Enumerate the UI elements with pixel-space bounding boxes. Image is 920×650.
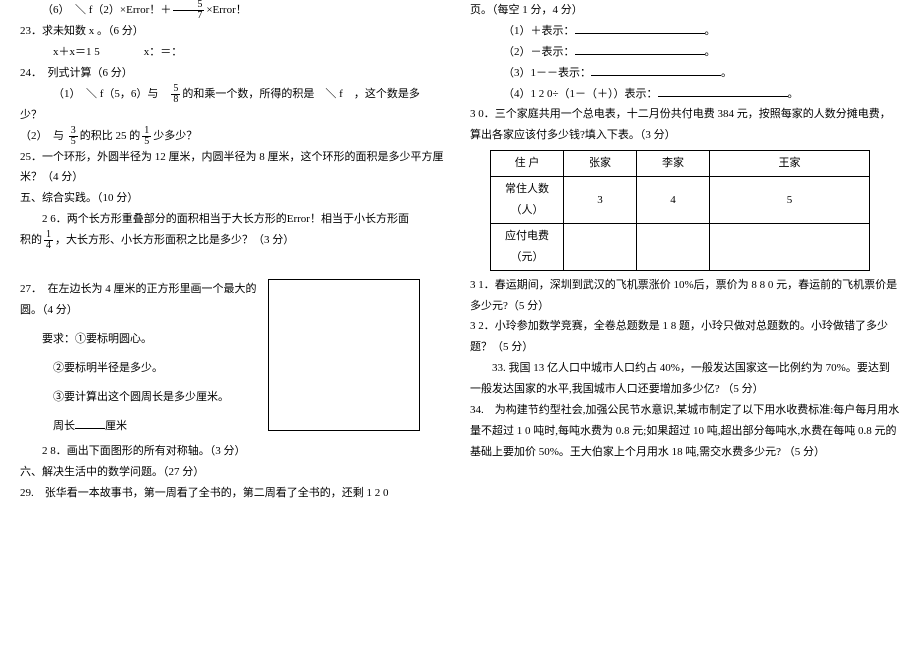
- q23-eq: x＋x＝1 5 x：＝：: [20, 42, 450, 63]
- q24-2-b: 的积比 25 的: [80, 130, 141, 142]
- q22-6-text-a: （6） ＼ f（2）×Error！＋: [42, 4, 171, 16]
- q24-2-a: （2） 与: [20, 130, 64, 142]
- blank-perimeter[interactable]: [75, 416, 105, 429]
- frac-1-5: 15: [142, 126, 151, 147]
- th-zhang: 张家: [564, 151, 637, 177]
- row-pop-li: 4: [637, 177, 710, 224]
- q22-6-text-b: ×Error！: [206, 4, 246, 16]
- frac-5-8: 58: [171, 84, 180, 105]
- row-fee-label: 应付电费 （元）: [491, 223, 564, 270]
- q27-block: 27． 在左边长为 4 厘米的正方形里画一个最大的圆。（4 分） 要求：①要标明…: [20, 279, 450, 441]
- q23: 23．求未知数 x 。（6 分）: [20, 21, 450, 42]
- row-pop-wang: 5: [710, 177, 870, 224]
- q24-1-end: 少？: [20, 105, 450, 126]
- row-fee-zhang[interactable]: [564, 223, 637, 270]
- blank-29-2[interactable]: [575, 42, 705, 55]
- q29-sub2: （2）－表示：。: [470, 42, 900, 63]
- q29-sub1-label: （1）＋表示：: [503, 25, 575, 37]
- row-pop-zhang: 3: [564, 177, 637, 224]
- q29-sub4-label: （4）1 2 0÷（1－（＋））表示：: [503, 88, 658, 100]
- q29-sub3: （3）1－－表示：。: [470, 63, 900, 84]
- q33: 33. 我国 13 亿人口中城市人口约占 40%，一般发达国家这一比例约为 70…: [470, 358, 900, 400]
- q26-a: 2 6．两个长方形重叠部分的面积相当于大长方形的Error！相当于小长方形面: [20, 209, 450, 230]
- electricity-table: 住 户 张家 李家 王家 常住人数 （人） 3 4 5 应付电费 （元）: [490, 150, 870, 270]
- q29-sub3-label: （3）1－－表示：: [503, 67, 591, 79]
- q24-1: （1） ＼ f（5，6）与 58的和乘一个数，所得的积是 ＼ f ，这个数是多: [20, 84, 450, 105]
- q34: 34. 为构建节约型社会,加强公民节水意识,某城市制定了以下用水收费标准:每户每…: [470, 400, 900, 463]
- q29-sub4: （4）1 2 0÷（1－（＋））表示：。: [470, 84, 900, 105]
- q24: 24． 列式计算（6 分）: [20, 63, 450, 84]
- q25: 25．一个环形，外圆半径为 12 厘米，内圆半径为 8 厘米，这个环形的面积是多…: [20, 147, 450, 189]
- th-wang: 王家: [710, 151, 870, 177]
- frac-3-5: 35: [69, 126, 78, 147]
- blank-29-4[interactable]: [658, 84, 788, 97]
- q28: 2 8．画出下面图形的所有对称轴。（3 分）: [20, 441, 450, 462]
- section-6: 六、解决生活中的数学问题。（27 分）: [20, 462, 450, 483]
- frac-5-7: 57: [173, 0, 204, 21]
- q24-1-a: （1） ＼ f（5，6）与: [53, 88, 169, 100]
- q26-b: 积的14，大长方形、小长方形面积之比是多少？（3 分）: [20, 230, 450, 251]
- row-fee-li[interactable]: [637, 223, 710, 270]
- q26-b-post: ，大长方形、小长方形面积之比是多少？（3 分）: [55, 234, 294, 246]
- q31: 3 1．春运期间，深圳到武汉的飞机票涨价 10%后，票价为 8 8 0 元，春运…: [470, 275, 900, 317]
- q27-req4-pre: 周长: [53, 420, 75, 432]
- q27-req4-post: 厘米: [105, 420, 127, 432]
- blank-29-3[interactable]: [591, 63, 721, 76]
- q30: 3 0．三个家庭共用一个总电表，十二月份共付电费 384 元，按照每家的人数分摊…: [470, 104, 900, 146]
- q32: 3 2．小玲参加数学竞赛，全卷总题数是 1 8 题，小玲只做对总题数的。小玲做错…: [470, 316, 900, 358]
- q24-2-c: 少多少？: [153, 130, 197, 142]
- row-pop-label: 常住人数 （人）: [491, 177, 564, 224]
- th-household: 住 户: [491, 151, 564, 177]
- q29-sub1: （1）＋表示：。: [470, 21, 900, 42]
- q24-2: （2） 与 35的积比 25 的15少多少？: [20, 126, 450, 147]
- q24-1-b: 的和乘一个数，所得的积是 ＼ f ，这个数是多: [182, 88, 419, 100]
- section-5: 五、综合实践。（10 分）: [20, 188, 450, 209]
- frac-1-4: 14: [44, 230, 53, 251]
- q29-sub2-label: （2）－表示：: [503, 46, 575, 58]
- q29-cont: 页。（每空 1 分，4 分）: [470, 0, 900, 21]
- q22-6: （6） ＼ f（2）×Error！＋57×Error！: [20, 0, 450, 21]
- th-li: 李家: [637, 151, 710, 177]
- blank-29-1[interactable]: [575, 21, 705, 34]
- row-fee-wang[interactable]: [710, 223, 870, 270]
- q26-b-pre: 积的: [20, 234, 42, 246]
- square-box: [268, 279, 420, 431]
- q29: 29. 张华看一本故事书，第一周看了全书的，第二周看了全书的，还剩 1 2 0: [20, 483, 450, 504]
